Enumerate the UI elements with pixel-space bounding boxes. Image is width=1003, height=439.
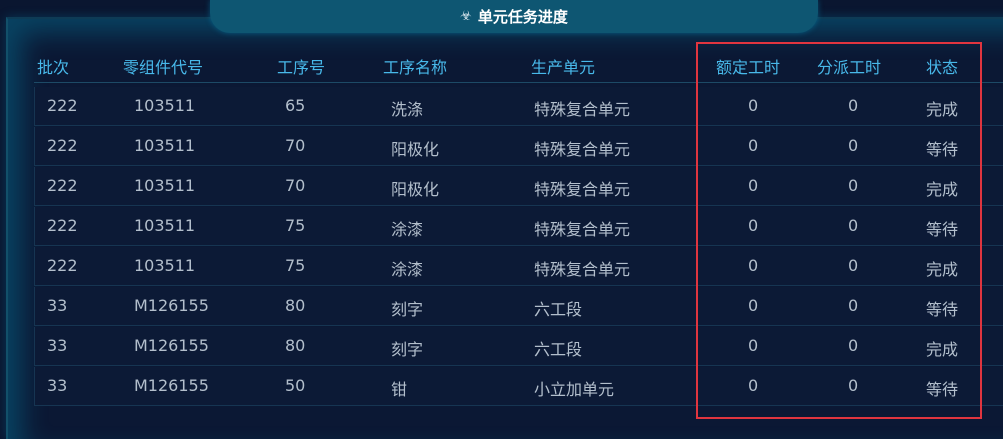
cell-assigned-hours: 0 [848, 216, 859, 235]
cell-part-code: 103511 [134, 96, 196, 115]
header-production-unit[interactable]: 生产单元 [531, 54, 595, 78]
cell-part-code: 103511 [134, 176, 196, 195]
cell-rated-hours: 0 [748, 336, 759, 355]
cell-assigned-hours: 0 [848, 96, 859, 115]
header-part-code[interactable]: 零组件代号 [123, 54, 203, 78]
cell-batch: 222 [47, 216, 78, 235]
cell-op-number: 75 [285, 216, 306, 235]
table-row[interactable]: 222 103511 70 阳极化 特殊复合单元 0 0 完成 [34, 167, 1003, 206]
cell-part-code: M126155 [134, 376, 209, 395]
cell-op-number: 65 [285, 96, 306, 115]
header-rated-hours[interactable]: 额定工时 [716, 54, 780, 78]
header-status[interactable]: 状态 [926, 54, 958, 78]
cell-batch: 222 [47, 176, 78, 195]
cell-batch: 33 [47, 336, 68, 355]
cell-status: 完成 [926, 100, 959, 119]
cell-production-unit: 六工段 [534, 340, 583, 359]
cell-assigned-hours: 0 [848, 176, 859, 195]
cell-status: 完成 [926, 340, 959, 359]
cell-batch: 33 [47, 376, 68, 395]
cell-assigned-hours: 0 [848, 296, 859, 315]
cell-op-number: 70 [285, 136, 306, 155]
cell-status: 等待 [926, 380, 959, 399]
cell-status: 等待 [926, 140, 959, 159]
header-divider [34, 82, 1003, 83]
cell-part-code: 103511 [134, 136, 196, 155]
cell-batch: 222 [47, 96, 78, 115]
cell-batch: 222 [47, 256, 78, 275]
table-row[interactable]: 33 M126155 50 钳 小立加单元 0 0 等待 [34, 367, 1003, 406]
header-op-name[interactable]: 工序名称 [383, 54, 447, 78]
cell-status: 等待 [926, 220, 959, 239]
cell-op-name: 涂漆 [391, 220, 424, 239]
cell-rated-hours: 0 [748, 216, 759, 235]
cell-assigned-hours: 0 [848, 336, 859, 355]
cell-rated-hours: 0 [748, 256, 759, 275]
table-row[interactable]: 222 103511 75 涂漆 特殊复合单元 0 0 等待 [34, 207, 1003, 246]
panel-title-bar: ☣ 单元任务进度 [210, 0, 818, 33]
cell-part-code: M126155 [134, 336, 209, 355]
cell-production-unit: 小立加单元 [534, 380, 615, 399]
cell-rated-hours: 0 [748, 296, 759, 315]
cell-op-name: 刻字 [391, 340, 424, 359]
cell-op-name: 涂漆 [391, 260, 424, 279]
cell-op-name: 刻字 [391, 300, 424, 319]
table-row[interactable]: 222 103511 65 洗涤 特殊复合单元 0 0 完成 [34, 87, 1003, 126]
table-row[interactable]: 33 M126155 80 刻字 六工段 0 0 完成 [34, 327, 1003, 366]
cell-op-number: 50 [285, 376, 306, 395]
cell-assigned-hours: 0 [848, 136, 859, 155]
cell-production-unit: 特殊复合单元 [534, 220, 631, 239]
cell-part-code: M126155 [134, 296, 209, 315]
cell-rated-hours: 0 [748, 96, 759, 115]
header-batch[interactable]: 批次 [37, 54, 69, 78]
table-row[interactable]: 222 103511 75 涂漆 特殊复合单元 0 0 完成 [34, 247, 1003, 286]
cell-status: 完成 [926, 180, 959, 199]
cell-assigned-hours: 0 [848, 256, 859, 275]
cell-production-unit: 特殊复合单元 [534, 140, 631, 159]
panel-title: 单元任务进度 [477, 8, 568, 26]
cell-part-code: 103511 [134, 216, 196, 235]
cell-op-number: 70 [285, 176, 306, 195]
cell-op-number: 75 [285, 256, 306, 275]
cell-op-name: 阳极化 [391, 180, 440, 199]
table-header: 批次 零组件代号 工序号 工序名称 生产单元 额定工时 分派工时 状态 [0, 54, 1003, 82]
cell-assigned-hours: 0 [848, 376, 859, 395]
cell-production-unit: 六工段 [534, 300, 583, 319]
cell-op-name: 钳 [391, 380, 408, 399]
cell-op-number: 80 [285, 296, 306, 315]
biohazard-icon: ☣ [460, 9, 472, 24]
cell-rated-hours: 0 [748, 176, 759, 195]
cell-rated-hours: 0 [748, 136, 759, 155]
cell-part-code: 103511 [134, 256, 196, 275]
header-op-number[interactable]: 工序号 [277, 54, 325, 78]
table-row[interactable]: 222 103511 70 阳极化 特殊复合单元 0 0 等待 [34, 127, 1003, 166]
cell-production-unit: 特殊复合单元 [534, 180, 631, 199]
cell-batch: 222 [47, 136, 78, 155]
cell-production-unit: 特殊复合单元 [534, 100, 631, 119]
cell-production-unit: 特殊复合单元 [534, 260, 631, 279]
cell-batch: 33 [47, 296, 68, 315]
cell-status: 完成 [926, 260, 959, 279]
cell-rated-hours: 0 [748, 376, 759, 395]
cell-op-number: 80 [285, 336, 306, 355]
cell-op-name: 洗涤 [391, 100, 424, 119]
cell-status: 等待 [926, 300, 959, 319]
header-assigned-hours[interactable]: 分派工时 [817, 54, 881, 78]
cell-op-name: 阳极化 [391, 140, 440, 159]
table-row[interactable]: 33 M126155 80 刻字 六工段 0 0 等待 [34, 287, 1003, 326]
